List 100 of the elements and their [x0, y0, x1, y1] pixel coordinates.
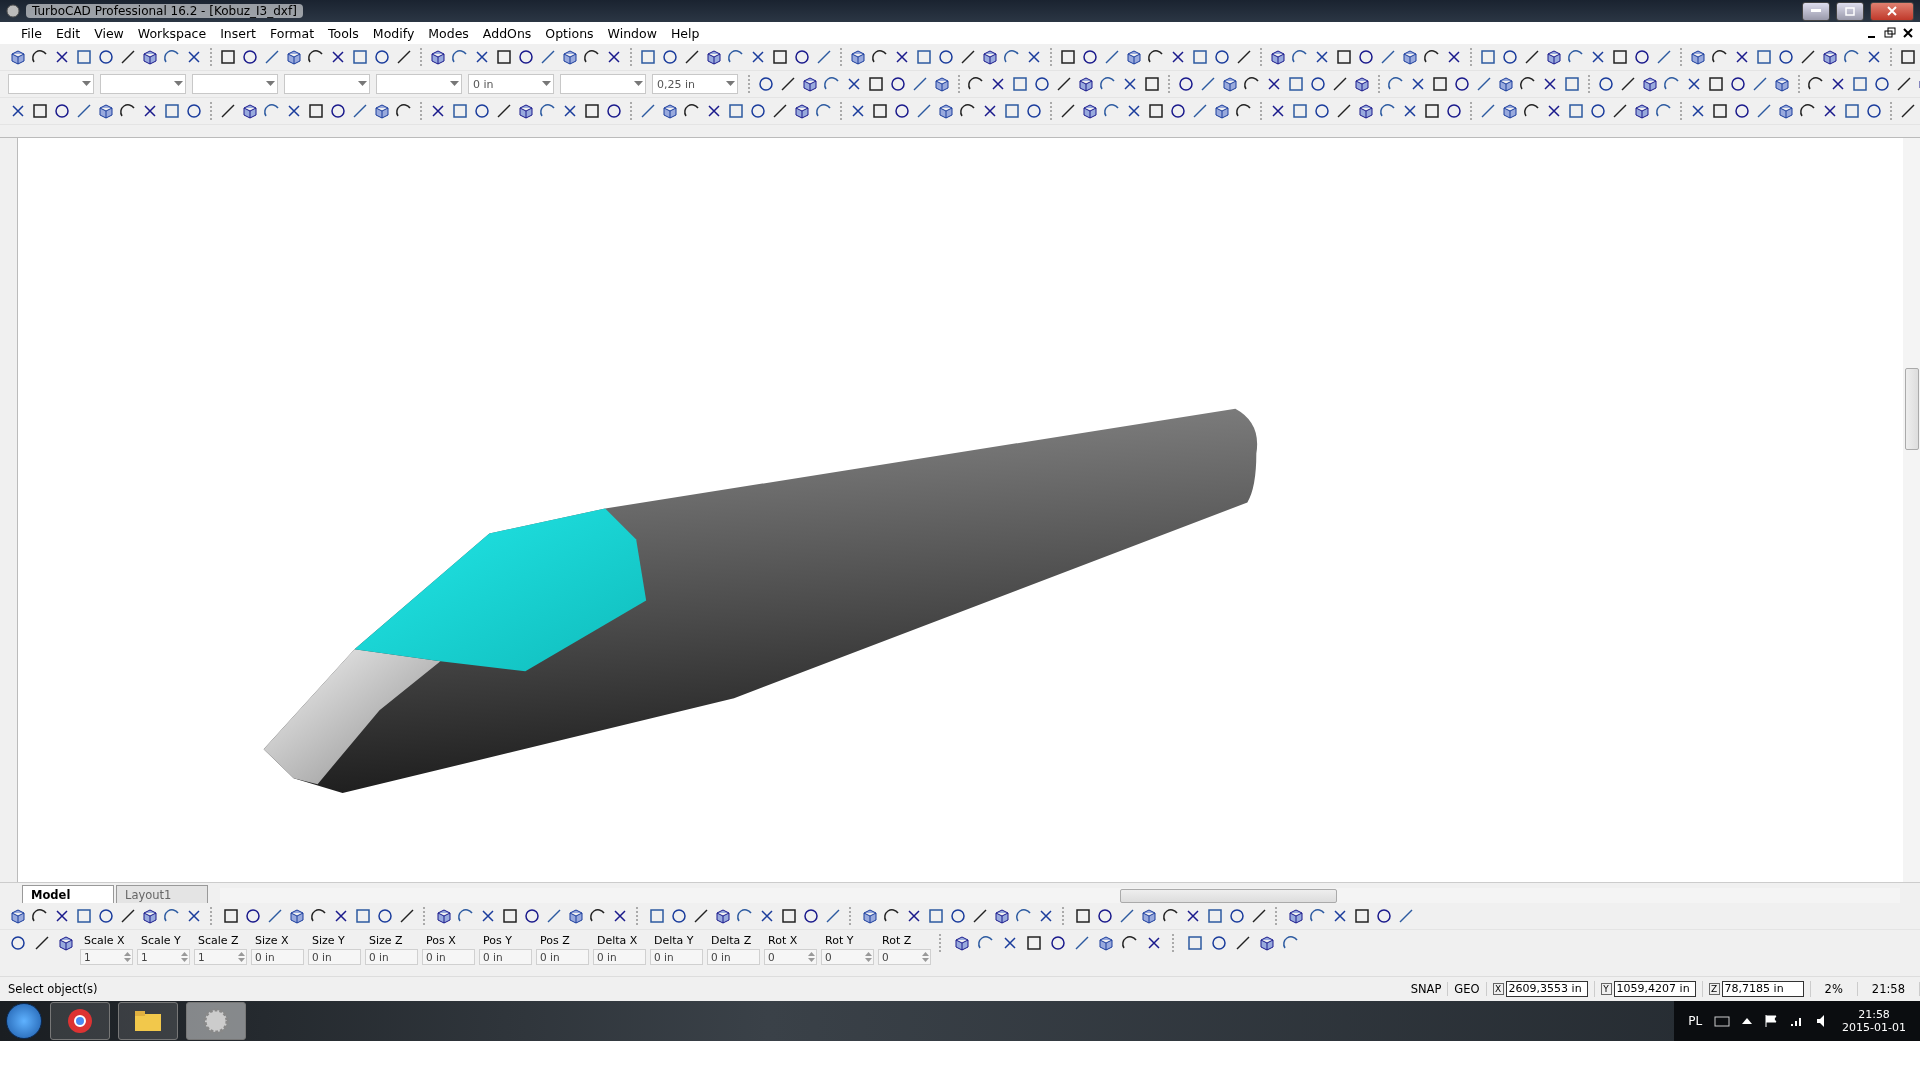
circle-icon[interactable] [1589, 102, 1607, 120]
circle-icon[interactable] [605, 102, 623, 120]
square-icon[interactable] [1011, 75, 1029, 93]
square-icon[interactable] [219, 48, 237, 66]
cube-icon[interactable] [1633, 102, 1651, 120]
square-icon[interactable] [1711, 102, 1729, 120]
property-field[interactable]: 0 in [365, 949, 418, 965]
line-icon[interactable] [1755, 102, 1773, 120]
cube-icon[interactable] [953, 934, 971, 952]
vertical-scrollbar[interactable] [1903, 138, 1920, 882]
clock[interactable]: 21:58 2015-01-01 [1842, 1008, 1906, 1034]
menu-item[interactable]: Insert [213, 25, 263, 41]
circle-icon[interactable] [1873, 75, 1891, 93]
cube-icon[interactable] [861, 907, 879, 925]
circle-icon[interactable] [241, 48, 259, 66]
cube-icon[interactable] [1545, 48, 1563, 66]
circle-icon[interactable] [1169, 102, 1187, 120]
square-icon[interactable] [75, 48, 93, 66]
circle-icon[interactable] [949, 907, 967, 925]
circle-icon[interactable] [1729, 75, 1747, 93]
line-icon[interactable] [266, 907, 284, 925]
square-icon[interactable] [1147, 102, 1165, 120]
cube-icon[interactable] [373, 102, 391, 120]
line-icon[interactable] [1523, 48, 1541, 66]
circle-icon[interactable] [1313, 102, 1331, 120]
line-icon[interactable] [815, 48, 833, 66]
circle-icon[interactable] [1081, 48, 1099, 66]
restore-icon[interactable] [1884, 27, 1896, 39]
square-icon[interactable] [1563, 75, 1581, 93]
cube-icon[interactable] [9, 907, 27, 925]
minimize-button[interactable] [1802, 1, 1830, 21]
line-icon[interactable] [639, 102, 657, 120]
cube-icon[interactable] [1125, 48, 1143, 66]
cube-icon[interactable] [993, 907, 1011, 925]
line-icon[interactable] [1055, 75, 1073, 93]
line-icon[interactable] [1751, 75, 1769, 93]
property-field[interactable]: 0 in [650, 949, 703, 965]
menu-item[interactable]: Window [600, 25, 664, 41]
cube-icon[interactable] [288, 907, 306, 925]
circle-icon[interactable] [9, 934, 27, 952]
square-icon[interactable] [1186, 934, 1204, 952]
cube-icon[interactable] [937, 102, 955, 120]
line-icon[interactable] [1250, 907, 1268, 925]
line-icon[interactable] [1899, 102, 1917, 120]
coordinate-field[interactable]: 78,7185 in [1721, 981, 1804, 997]
menu-item[interactable]: View [87, 25, 131, 41]
cube-icon[interactable] [933, 75, 951, 93]
dropdown-field[interactable] [8, 74, 94, 94]
square-icon[interactable] [583, 102, 601, 120]
line-icon[interactable] [1235, 48, 1253, 66]
horizontal-scrollbar[interactable] [220, 888, 1900, 903]
circle-icon[interactable] [1597, 75, 1615, 93]
square-icon[interactable] [1143, 75, 1161, 93]
line-icon[interactable] [1331, 75, 1349, 93]
square-icon[interactable] [1899, 48, 1917, 66]
line-icon[interactable] [1191, 102, 1209, 120]
cube-icon[interactable] [1641, 75, 1659, 93]
sheet-tab[interactable]: Layout1 [116, 885, 208, 903]
square-icon[interactable] [727, 102, 745, 120]
square-icon[interactable] [871, 102, 889, 120]
line-icon[interactable] [539, 48, 557, 66]
square-icon[interactable] [351, 48, 369, 66]
circle-icon[interactable] [1633, 48, 1651, 66]
cube-icon[interactable] [567, 907, 585, 925]
cube-icon[interactable] [429, 48, 447, 66]
circle-icon[interactable] [889, 75, 907, 93]
cube-icon[interactable] [1258, 934, 1276, 952]
coordinate-field[interactable]: 1059,4207 in [1613, 981, 1696, 997]
square-icon[interactable] [354, 907, 372, 925]
circle-icon[interactable] [1213, 48, 1231, 66]
cube-icon[interactable] [1269, 48, 1287, 66]
cube-icon[interactable] [1221, 75, 1239, 93]
start-button[interactable] [6, 1003, 42, 1039]
circle-icon[interactable] [53, 102, 71, 120]
dropdown-field[interactable]: 0 in [468, 74, 554, 94]
cube-icon[interactable] [1077, 75, 1095, 93]
circle-icon[interactable] [749, 102, 767, 120]
cube-icon[interactable] [517, 102, 535, 120]
cube-icon[interactable] [57, 934, 75, 952]
square-icon[interactable] [648, 907, 666, 925]
line-icon[interactable] [779, 75, 797, 93]
square-icon[interactable] [1611, 48, 1629, 66]
line-icon[interactable] [1799, 48, 1817, 66]
line-icon[interactable] [351, 102, 369, 120]
cube-icon[interactable] [981, 48, 999, 66]
property-field[interactable]: 1 [80, 949, 133, 965]
line-icon[interactable] [1655, 48, 1673, 66]
circle-icon[interactable] [244, 907, 262, 925]
circle-icon[interactable] [97, 48, 115, 66]
sheet-tab[interactable]: Model [22, 885, 114, 903]
line-icon[interactable] [824, 907, 842, 925]
cube-icon[interactable] [97, 102, 115, 120]
circle-icon[interactable] [670, 907, 688, 925]
square-icon[interactable] [639, 48, 657, 66]
property-field[interactable]: 0 in [308, 949, 361, 965]
cube-icon[interactable] [1401, 48, 1419, 66]
property-field[interactable]: 1 [194, 949, 247, 965]
line-icon[interactable] [692, 907, 710, 925]
dropdown-field[interactable]: 0,25 in [652, 74, 738, 94]
circle-icon[interactable] [661, 48, 679, 66]
